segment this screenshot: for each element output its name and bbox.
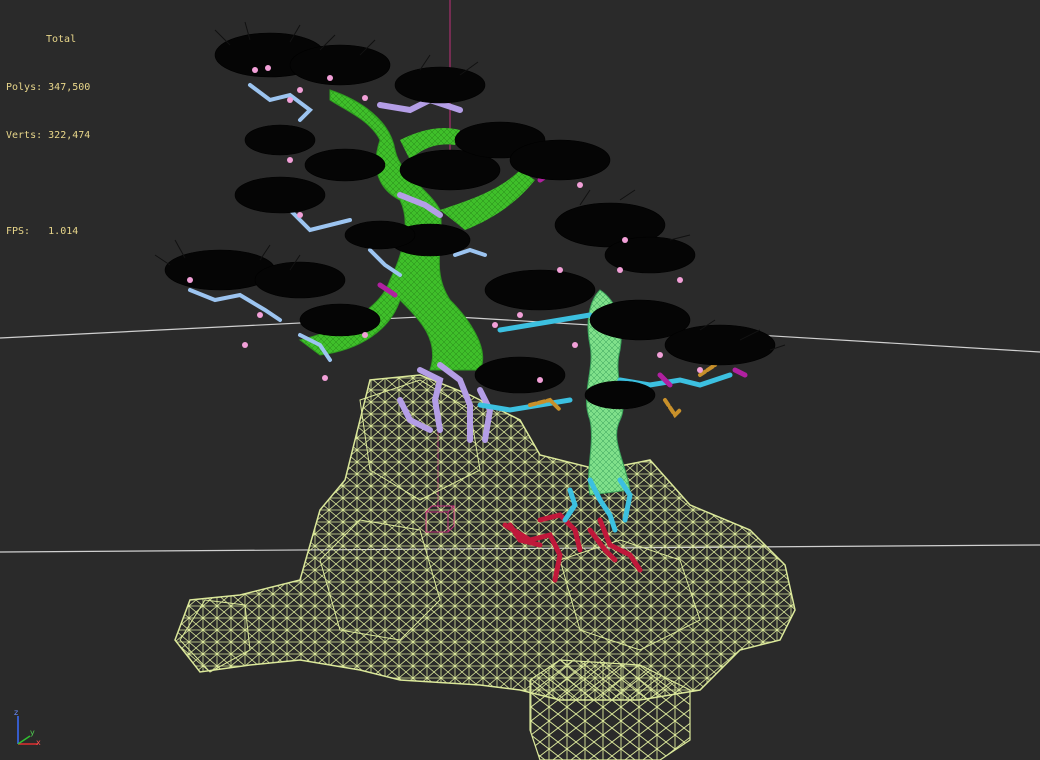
polys-value: 347,500 (48, 82, 91, 93)
verts-value: 322,474 (48, 130, 91, 141)
scene-wireframe[interactable] (0, 0, 1040, 760)
fps-value: 1.014 (48, 226, 79, 237)
stats-spacer (6, 176, 90, 192)
viewport-statistics: Total Polys: 347,500 Verts: 322,474 FPS:… (6, 0, 90, 272)
axis-gizmo: z x y (12, 708, 46, 752)
axis-z-label: z (14, 708, 19, 717)
stats-verts-row: Verts: 322,474 (6, 128, 90, 144)
axis-y-label: y (30, 728, 35, 737)
stats-total-label: Total (46, 34, 77, 45)
stats-polys-row: Polys: 347,500 (6, 80, 90, 96)
axis-x-label: x (36, 738, 41, 747)
stats-fps-row: FPS: 1.014 (6, 224, 90, 240)
3d-viewport[interactable]: Total Polys: 347,500 Verts: 322,474 FPS:… (0, 0, 1040, 760)
polys-label: Polys: (6, 82, 43, 93)
fps-label: FPS: (6, 226, 31, 237)
verts-label: Verts: (6, 130, 43, 141)
